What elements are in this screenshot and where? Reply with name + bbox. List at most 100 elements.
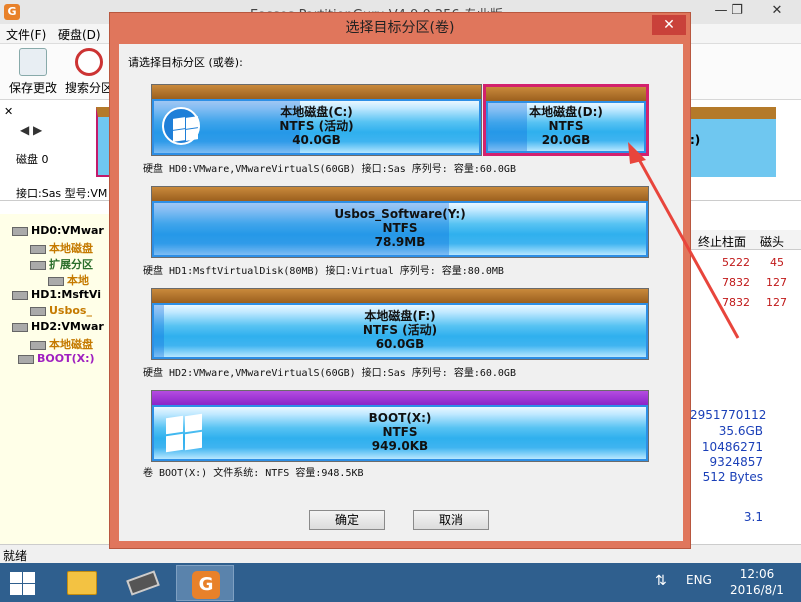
partition-name: 本地磁盘(C:) bbox=[280, 105, 353, 119]
partition-cap bbox=[152, 85, 481, 99]
disk-info: 接口:Sas 型号:VM bbox=[16, 187, 108, 200]
info-value: 512 Bytes bbox=[702, 470, 763, 484]
info-value: 10486271 bbox=[701, 440, 763, 454]
grid-cell: 7832 bbox=[722, 296, 750, 309]
partition-size: 20.0GB bbox=[541, 133, 591, 147]
partition-label: 本地磁盘(C:) NTFS (活动) 40.0GB bbox=[152, 105, 481, 147]
tree-item-label: HD1:MsftVi bbox=[31, 288, 102, 301]
disk-info-hd0: 硬盘 HD0:VMware,VMwareVirtualS(60GB) 接口:Sa… bbox=[143, 164, 516, 175]
folder-icon bbox=[67, 571, 97, 595]
disk-icon bbox=[12, 290, 28, 300]
info-value: 2951770112 bbox=[690, 408, 767, 422]
tree-item-label: 本地 bbox=[67, 274, 89, 287]
partition-icon bbox=[18, 354, 34, 364]
partition-icon bbox=[30, 244, 46, 254]
partition-size: 949.0KB bbox=[371, 439, 429, 453]
magnifier-icon bbox=[75, 48, 103, 76]
partition-f[interactable]: 本地磁盘(F:) NTFS (活动) 60.0GB bbox=[151, 288, 649, 360]
partition-cap bbox=[152, 187, 648, 201]
partition-x[interactable]: BOOT(X:) NTFS 949.0KB bbox=[151, 390, 649, 462]
disk-nav-arrows[interactable]: ◀ ▶ bbox=[20, 123, 42, 137]
info-value: 35.6GB bbox=[718, 424, 763, 438]
partition-size: 40.0GB bbox=[292, 133, 341, 147]
tree-item-label: 扩展分区 bbox=[49, 258, 93, 271]
partition-icon bbox=[48, 276, 64, 286]
grid-cell: 7832 bbox=[722, 276, 750, 289]
network-icon[interactable]: ⇅ bbox=[655, 573, 667, 589]
dialog-title: 选择目标分区(卷) bbox=[345, 20, 455, 36]
language-indicator[interactable]: ENG bbox=[686, 573, 712, 587]
disk-tree: HD0:VMwar 本地磁盘 扩展分区 本地 HD1:MsftVi Usbos_… bbox=[0, 214, 112, 544]
partition-block-right[interactable]: :) bbox=[686, 107, 776, 177]
app-logo-icon: G bbox=[4, 4, 20, 20]
save-changes-button[interactable]: 保存更改 bbox=[4, 48, 62, 96]
menu-file[interactable]: 文件(F) bbox=[6, 26, 46, 43]
app-close-button[interactable]: ✕ bbox=[762, 0, 792, 24]
menu-disk[interactable]: 硬盘(D) bbox=[58, 26, 101, 43]
tree-item[interactable]: 扩展分区 bbox=[30, 256, 93, 272]
ok-button[interactable]: 确定 bbox=[309, 510, 385, 530]
grid-cell: 45 bbox=[770, 256, 784, 269]
partition-block-label: :) bbox=[690, 133, 701, 147]
disk-info-hd1: 硬盘 HD1:MsftVirtualDisk(80MB) 接口:Virtual … bbox=[143, 266, 504, 277]
dialog-body: 请选择目标分区 (或卷): 本地磁盘(C:) NTFS (活动) 40.0GB … bbox=[119, 44, 683, 541]
chip-icon bbox=[126, 570, 160, 596]
tree-item-label: HD0:VMwar bbox=[31, 224, 104, 237]
column-header[interactable]: 终止柱面 bbox=[698, 233, 746, 250]
tree-item[interactable]: HD0:VMwar bbox=[12, 224, 104, 240]
partition-label: 本地磁盘(D:) NTFS 20.0GB bbox=[486, 105, 646, 147]
partition-name: Usbos_Software(Y:) bbox=[334, 207, 466, 221]
partition-grid-header: 终止柱面 磁头 bbox=[690, 230, 801, 250]
partition-cap bbox=[152, 289, 648, 303]
partition-fs: NTFS (活动) bbox=[362, 323, 438, 337]
partition-c[interactable]: 本地磁盘(C:) NTFS (活动) 40.0GB bbox=[151, 84, 482, 156]
column-header[interactable]: 磁头 bbox=[760, 233, 784, 250]
grid-cell: 127 bbox=[766, 276, 787, 289]
partition-cap bbox=[152, 391, 648, 405]
tree-item[interactable]: Usbos_ bbox=[30, 304, 92, 320]
select-target-partition-dialog: 选择目标分区(卷) ✕ 请选择目标分区 (或卷): 本地磁盘(C:) NTFS … bbox=[109, 12, 691, 549]
partition-name: BOOT(X:) bbox=[368, 411, 432, 425]
close-icon[interactable]: ✕ bbox=[4, 105, 13, 118]
maximize-button[interactable]: ❐ bbox=[722, 0, 752, 24]
volume-info-boot: 卷 BOOT(X:) 文件系统: NTFS 容量:948.5KB bbox=[143, 468, 364, 479]
partitionguru-icon: G bbox=[192, 571, 220, 599]
partition-d[interactable]: 本地磁盘(D:) NTFS 20.0GB bbox=[483, 84, 649, 156]
tree-item[interactable]: 本地 bbox=[48, 272, 89, 288]
partition-y[interactable]: Usbos_Software(Y:) NTFS 78.9MB bbox=[151, 186, 649, 258]
info-value: 9324857 bbox=[709, 455, 763, 469]
tree-item-label: 本地磁盘 bbox=[49, 242, 93, 255]
tree-item[interactable]: 本地磁盘 bbox=[30, 336, 93, 352]
taskbar-explorer[interactable] bbox=[52, 565, 110, 601]
cancel-button[interactable]: 取消 bbox=[413, 510, 489, 530]
partition-label: BOOT(X:) NTFS 949.0KB bbox=[152, 411, 648, 453]
taskbar-partitionguru[interactable]: G bbox=[176, 565, 234, 601]
disk-label: 磁盘 0 bbox=[16, 153, 49, 166]
clock-time: 12:06 bbox=[739, 567, 775, 581]
tree-item[interactable]: BOOT(X:) bbox=[18, 352, 95, 368]
tree-item[interactable]: 本地磁盘 bbox=[30, 240, 93, 256]
taskbar-device-manager[interactable] bbox=[114, 565, 172, 601]
search-partition-label: 搜索分区 bbox=[64, 81, 113, 95]
partition-name: 本地磁盘(D:) bbox=[529, 105, 603, 119]
disk-icon bbox=[12, 322, 28, 332]
partition-size: 78.9MB bbox=[374, 235, 426, 249]
grid-cell: 5222 bbox=[722, 256, 750, 269]
dialog-close-button[interactable]: ✕ bbox=[652, 15, 686, 35]
start-button[interactable] bbox=[8, 570, 36, 596]
partition-label: Usbos_Software(Y:) NTFS 78.9MB bbox=[152, 207, 648, 249]
tree-item[interactable]: HD1:MsftVi bbox=[12, 288, 101, 304]
tree-item[interactable]: HD2:VMwar bbox=[12, 320, 104, 336]
partition-icon bbox=[30, 306, 46, 316]
tree-item-label: 本地磁盘 bbox=[49, 338, 93, 351]
clock[interactable]: 12:06 2016/8/1 bbox=[722, 566, 792, 598]
clock-date: 2016/8/1 bbox=[730, 583, 784, 597]
info-value: 3.1 bbox=[743, 510, 763, 524]
partition-name: 本地磁盘(F:) bbox=[364, 309, 436, 323]
partition-fs: NTFS (活动) bbox=[279, 119, 354, 133]
tree-item-label: HD2:VMwar bbox=[31, 320, 104, 333]
partition-fs: NTFS bbox=[548, 119, 584, 133]
save-icon bbox=[19, 48, 47, 76]
taskbar: G ⇅ ENG 12:06 2016/8/1 bbox=[0, 563, 801, 602]
partition-fs: NTFS bbox=[382, 425, 418, 439]
